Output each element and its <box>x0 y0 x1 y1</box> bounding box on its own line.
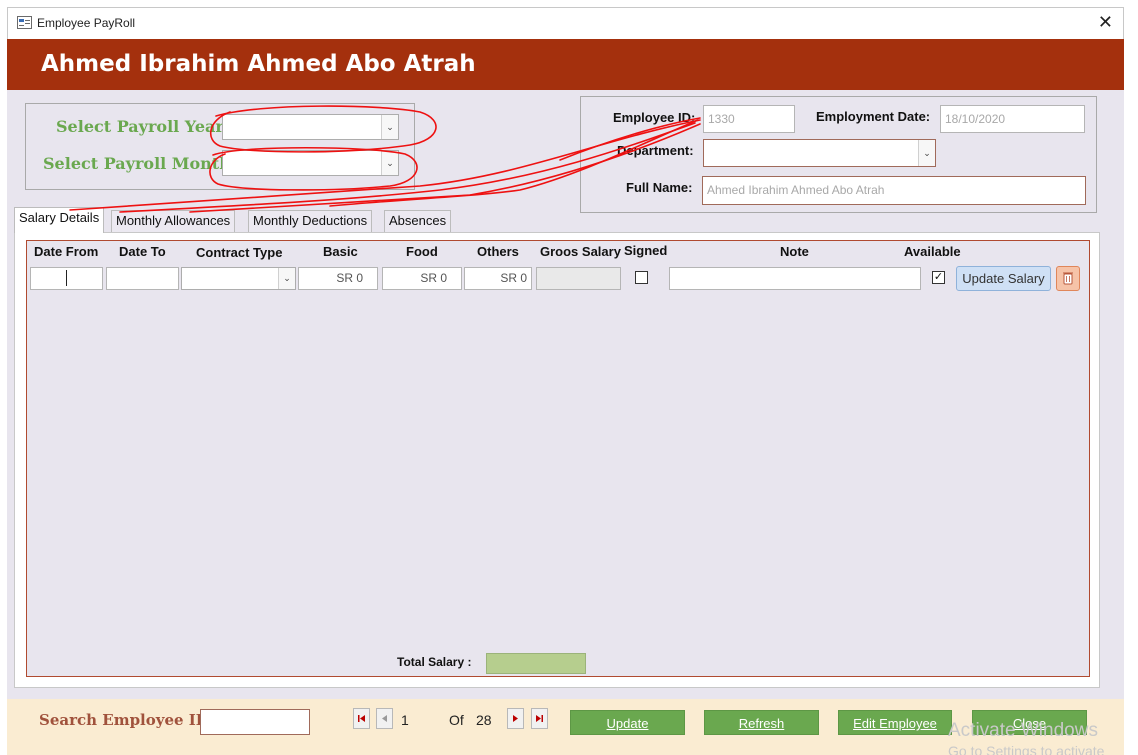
edit-employee-button[interactable]: Edit Employee <box>838 710 952 735</box>
col-note: Note <box>780 244 809 259</box>
payroll-window: Employee PayRoll ✕ Ahmed Ibrahim Ahmed A… <box>0 0 1138 755</box>
full-name-field[interactable]: Ahmed Ibrahim Ahmed Abo Atrah <box>702 176 1086 205</box>
department-label: Department: <box>617 143 694 158</box>
header-band: Ahmed Ibrahim Ahmed Abo Atrah <box>7 39 1124 90</box>
last-record-icon[interactable] <box>531 708 548 729</box>
update-salary-button[interactable]: Update Salary <box>956 266 1051 291</box>
close-icon[interactable]: ✕ <box>1098 12 1113 32</box>
total-salary-label: Total Salary : <box>397 655 472 669</box>
full-name-label: Full Name: <box>626 180 693 195</box>
update-button[interactable]: Update <box>570 710 685 735</box>
chevron-down-icon[interactable]: ⌄ <box>381 151 398 175</box>
employment-date-field[interactable]: 18/10/2020 <box>940 105 1085 133</box>
payroll-year-label: Select Payroll Year <box>56 117 224 136</box>
tab-monthly-allowances[interactable]: Monthly Allowances <box>111 210 236 232</box>
food-field[interactable]: SR 0 <box>382 267 462 290</box>
next-record-icon[interactable] <box>507 708 524 729</box>
col-food: Food <box>406 244 438 259</box>
search-employee-input[interactable] <box>200 709 310 735</box>
gross-salary-field <box>536 267 621 290</box>
previous-record-icon[interactable] <box>376 708 393 729</box>
col-gross-salary: Groos Salary <box>540 244 621 259</box>
available-checkbox[interactable]: ✓ <box>932 271 945 284</box>
title-bar: Employee PayRoll ✕ <box>7 7 1124 39</box>
col-others: Others <box>477 244 519 259</box>
employee-id-field[interactable]: 1330 <box>703 105 795 133</box>
payroll-month-label: Select Payroll Month: <box>43 154 237 173</box>
payroll-month-combo[interactable]: ⌄ <box>222 150 399 176</box>
col-signed: Signed <box>624 243 668 258</box>
signed-checkbox[interactable] <box>635 271 648 284</box>
record-current: 1 <box>401 712 409 728</box>
activate-windows-hint: Go to Settings to activate Windows. <box>948 743 1105 755</box>
window-title: Employee PayRoll <box>37 16 136 30</box>
contract-type-combo[interactable]: ⌄ <box>181 267 296 290</box>
payroll-year-combo[interactable]: ⌄ <box>222 114 399 140</box>
col-basic: Basic <box>323 244 358 259</box>
refresh-button[interactable]: Refresh <box>704 710 819 735</box>
total-salary-field <box>486 653 586 674</box>
record-of-label: Of <box>449 712 464 728</box>
employee-id-label: Employee ID: <box>613 110 696 125</box>
col-available: Available <box>904 244 961 259</box>
date-to-field[interactable] <box>106 267 179 290</box>
others-field[interactable]: SR 0 <box>464 267 532 290</box>
tab-salary-details[interactable]: Salary Details <box>14 207 105 233</box>
record-total: 28 <box>476 712 492 728</box>
first-record-icon[interactable] <box>353 708 370 729</box>
chevron-down-icon[interactable]: ⌄ <box>278 268 295 289</box>
col-contract-type: Contract Type <box>196 245 283 260</box>
employee-name-title: Ahmed Ibrahim Ahmed Abo Atrah <box>41 51 476 77</box>
form-icon <box>17 16 32 29</box>
col-date-from: Date From <box>34 244 99 259</box>
basic-field[interactable]: SR 0 <box>298 267 378 290</box>
col-date-to: Date To <box>119 244 166 259</box>
tab-absences[interactable]: Absences <box>384 210 452 232</box>
activate-windows-watermark: Activate Windows <box>948 720 1098 741</box>
delete-button[interactable] <box>1056 266 1080 291</box>
trash-icon <box>1063 272 1073 285</box>
tab-monthly-deductions[interactable]: Monthly Deductions <box>248 210 373 232</box>
chevron-down-icon[interactable]: ⌄ <box>918 140 935 166</box>
salary-details-subform <box>26 240 1090 677</box>
employment-date-label: Employment Date: <box>816 109 931 124</box>
department-combo[interactable]: ⌄ <box>703 139 936 167</box>
text-cursor <box>66 270 67 286</box>
search-employee-label: Search Employee ID <box>39 711 209 729</box>
note-field[interactable] <box>669 267 921 290</box>
chevron-down-icon[interactable]: ⌄ <box>381 115 398 139</box>
